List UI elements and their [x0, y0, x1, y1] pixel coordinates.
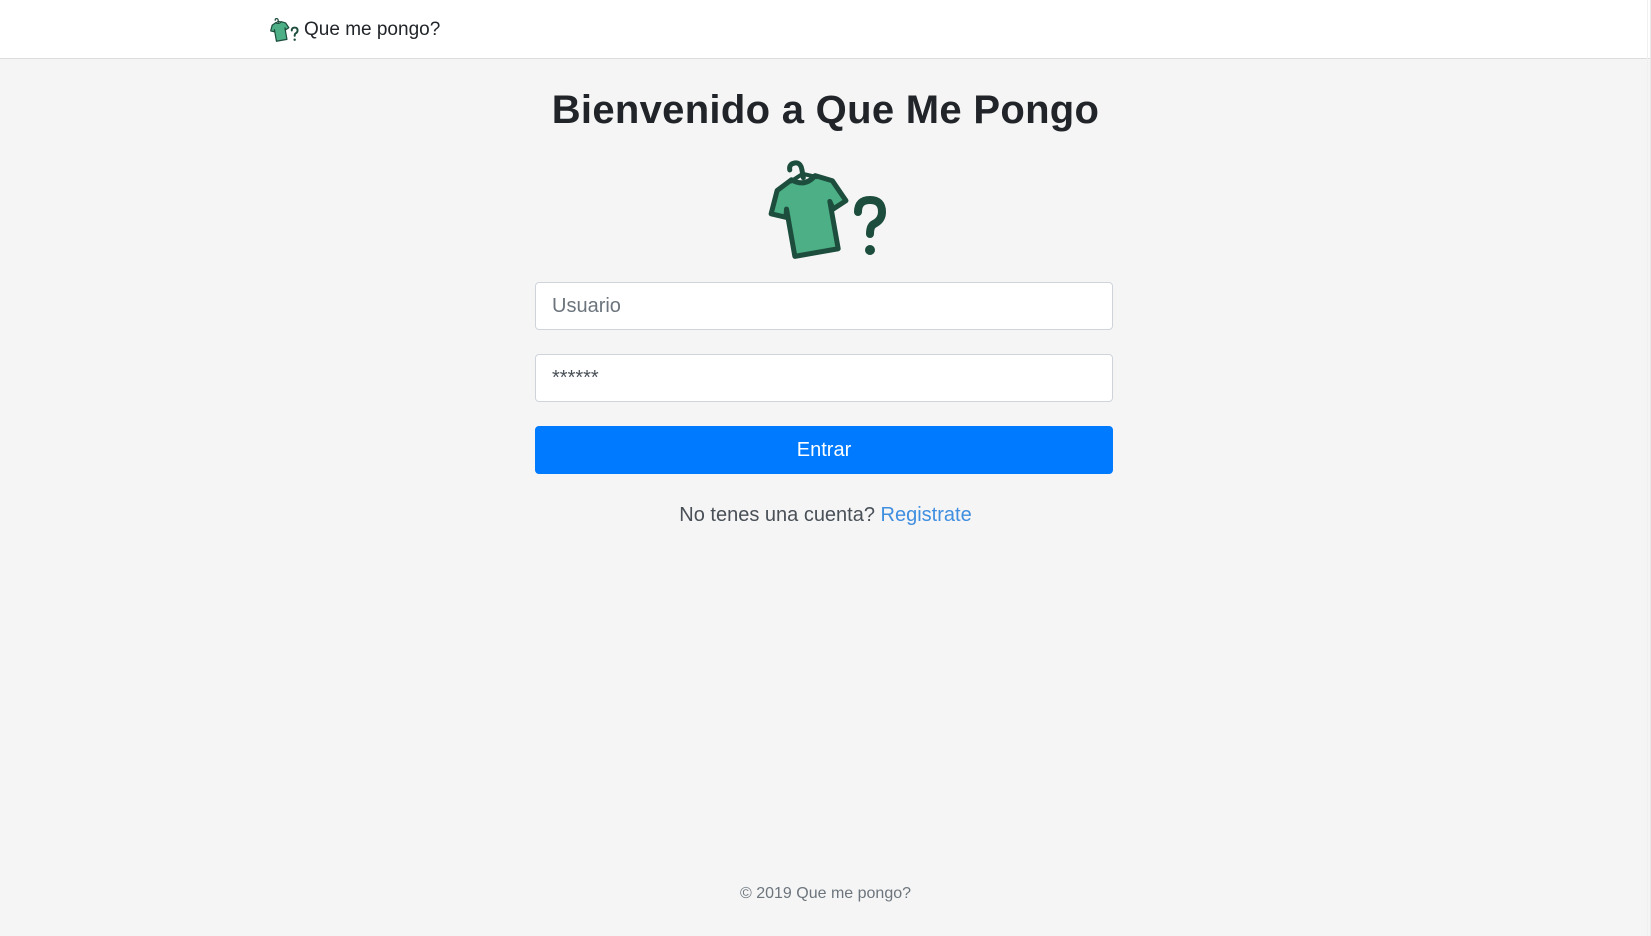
- scrollbar-edge: [1647, 0, 1648, 936]
- page: Que me pongo? Bienvenido a Que Me Pongo …: [0, 0, 1651, 936]
- username-field[interactable]: [535, 282, 1113, 330]
- footer-copyright: © 2019 Que me pongo?: [739, 885, 912, 902]
- shirt-hanger-question-icon: [270, 17, 299, 42]
- page-title: Bienvenido a Que Me Pongo: [551, 88, 1100, 132]
- login-button[interactable]: Entrar: [535, 426, 1113, 474]
- password-field[interactable]: [535, 354, 1113, 402]
- register-link[interactable]: Registrate: [881, 504, 972, 526]
- shirt-hanger-question-icon: [768, 160, 887, 259]
- register-prompt-line: No tenes una cuenta? Registrate: [0, 500, 1651, 530]
- brand-link[interactable]: Que me pongo?: [268, 15, 440, 45]
- register-prompt-text: No tenes una cuenta?: [679, 504, 875, 526]
- brand-name: Que me pongo?: [304, 19, 441, 40]
- top-navbar: Que me pongo?: [0, 0, 1651, 59]
